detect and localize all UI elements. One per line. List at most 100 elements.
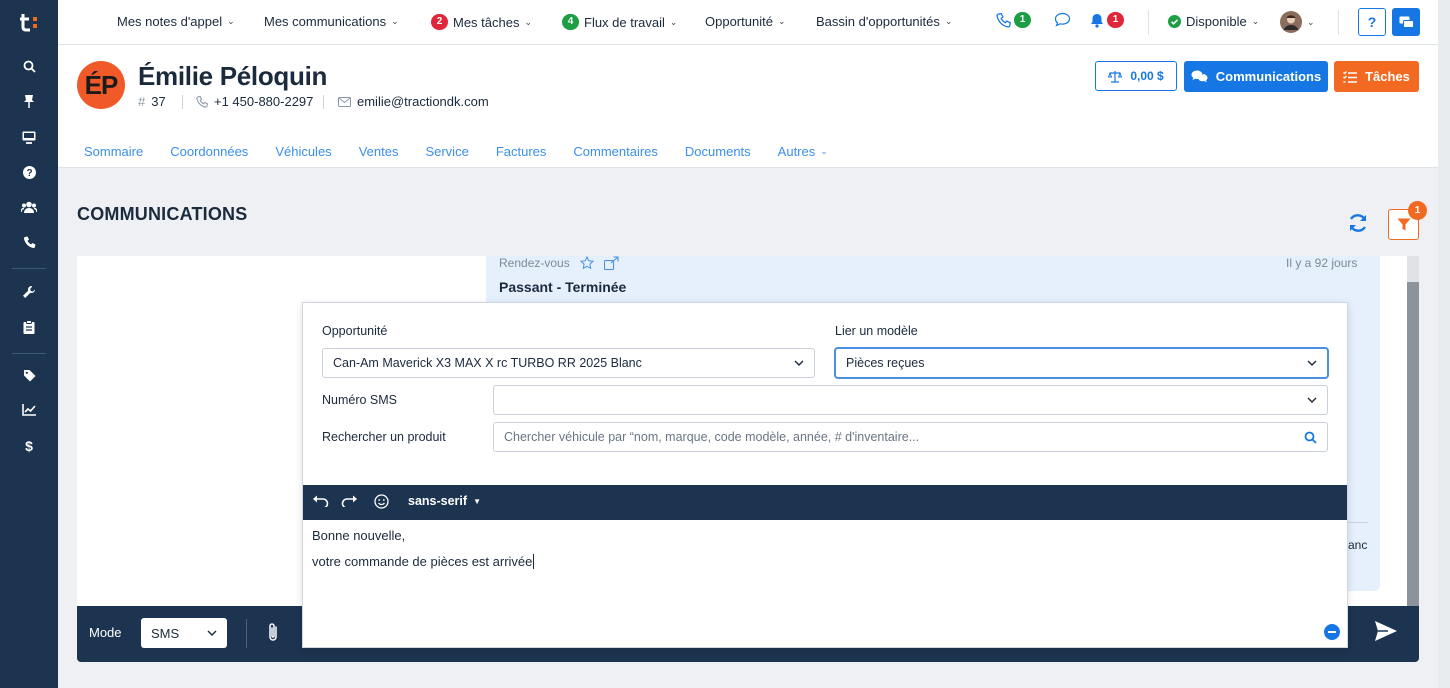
tab-commentaires[interactable]: Commentaires xyxy=(573,144,658,159)
chevron-down-icon: ⌄ xyxy=(524,16,533,27)
editor-line-1[interactable]: Bonne nouvelle, xyxy=(312,528,405,543)
bell-icon xyxy=(1090,13,1104,28)
search-icon[interactable] xyxy=(19,56,39,76)
external-link-icon[interactable] xyxy=(603,256,619,270)
text-caret xyxy=(533,554,535,569)
nav-call-notes[interactable]: Mes notes d'appel ⌄ xyxy=(117,14,235,29)
phone-icon xyxy=(196,95,208,108)
communications-label: Communications xyxy=(1215,69,1322,84)
chat-bubbles-icon xyxy=(1191,70,1208,83)
messages-button[interactable] xyxy=(1392,8,1420,36)
tab-autres[interactable]: Autres ⌄ xyxy=(778,144,828,159)
tasks-count-badge: 2 xyxy=(431,14,448,30)
product-search-input[interactable]: Chercher véhicule par “nom, marque, code… xyxy=(493,422,1328,452)
redo-icon[interactable] xyxy=(341,494,358,507)
tasks-icon xyxy=(1343,70,1358,83)
desktop-icon[interactable] xyxy=(19,127,39,147)
product-search-placeholder: Chercher véhicule par “nom, marque, code… xyxy=(504,430,920,444)
wrench-icon[interactable] xyxy=(19,282,39,302)
message-text-fragment: anc xyxy=(1348,538,1368,552)
nav-workflow-label: Flux de travail xyxy=(584,14,665,30)
balance-button[interactable]: 0,00 $ xyxy=(1095,61,1177,91)
star-icon[interactable] xyxy=(579,256,594,270)
notifications-count-badge: 1 xyxy=(1107,12,1124,28)
clipboard-icon[interactable] xyxy=(19,317,39,337)
chevron-down-icon: ⌄ xyxy=(669,16,678,27)
tasks-button[interactable]: Tâches xyxy=(1334,61,1419,92)
filter-icon xyxy=(1397,218,1411,231)
users-icon[interactable] xyxy=(19,197,39,217)
logo-icon[interactable] xyxy=(18,11,40,33)
phone-calls-button[interactable]: 1 xyxy=(996,12,1031,28)
sms-number-label: Numéro SMS xyxy=(322,393,398,407)
client-header: ÉP Émilie Péloquin #37 +1 450-880-2297 e… xyxy=(58,45,1438,168)
undo-icon[interactable] xyxy=(312,494,329,507)
question-icon[interactable]: ? xyxy=(19,162,39,182)
status-label: Disponible xyxy=(1186,14,1247,29)
message-type-label: Rendez-vous xyxy=(499,256,570,270)
sms-number-select[interactable] xyxy=(493,385,1328,415)
tab-sommaire[interactable]: Sommaire xyxy=(84,144,143,159)
nav-opportunity-pool[interactable]: Bassin d'opportunités ⌄ xyxy=(816,14,952,29)
chevron-down-icon xyxy=(794,360,804,366)
opportunity-select[interactable]: Can-Am Maverick X3 MAX X rc TURBO RR 202… xyxy=(322,348,815,378)
dollar-icon[interactable]: $ xyxy=(19,436,39,456)
mode-value: SMS xyxy=(151,625,180,641)
tab-documents[interactable]: Documents xyxy=(685,144,751,159)
tab-service[interactable]: Service xyxy=(425,144,468,159)
pin-icon[interactable] xyxy=(19,91,39,111)
tag-icon[interactable] xyxy=(19,365,39,385)
search-icon[interactable] xyxy=(1304,431,1317,444)
panel-scrollbar-thumb[interactable] xyxy=(1407,282,1419,606)
user-menu[interactable]: ⌄ xyxy=(1280,11,1315,33)
nav-tasks-label: Mes tâches xyxy=(453,14,520,30)
client-phone[interactable]: +1 450-880-2297 xyxy=(196,94,313,109)
tab-vehicules[interactable]: Véhicules xyxy=(275,144,331,159)
user-avatar xyxy=(1280,11,1302,33)
hash-icon: # xyxy=(138,94,146,109)
chart-icon[interactable] xyxy=(19,400,39,420)
send-icon[interactable] xyxy=(1374,620,1398,642)
opportunity-label: Opportunité xyxy=(322,324,388,338)
chat-button[interactable] xyxy=(1054,12,1071,27)
chevron-down-icon xyxy=(1307,397,1317,403)
notifications-button[interactable]: 1 xyxy=(1090,12,1124,28)
editor-line-2[interactable]: votre commande de pièces est arrivée xyxy=(312,554,535,569)
product-search-label: Rechercher un produit xyxy=(322,430,446,444)
tab-coordonnees[interactable]: Coordonnées xyxy=(170,144,248,159)
tab-ventes[interactable]: Ventes xyxy=(359,144,399,159)
svg-text:?: ? xyxy=(26,168,32,179)
check-circle-icon xyxy=(1168,15,1181,28)
nav-tasks[interactable]: 2 Mes tâches ⌄ xyxy=(431,14,532,30)
nav-workflow[interactable]: 4 Flux de travail ⌄ xyxy=(562,14,677,30)
nav-communications[interactable]: Mes communications ⌄ xyxy=(264,14,399,29)
minus-icon[interactable] xyxy=(1324,624,1340,640)
template-select[interactable]: Pièces reçues xyxy=(835,348,1328,378)
phone-icon[interactable] xyxy=(19,232,39,252)
font-family-picker[interactable]: sans-serif ▼ xyxy=(408,494,481,508)
emoji-icon[interactable] xyxy=(374,494,389,509)
window-scrollbar[interactable] xyxy=(1438,0,1450,688)
chevron-down-icon xyxy=(207,630,217,636)
help-button[interactable]: ? xyxy=(1358,8,1386,36)
template-value: Pièces reçues xyxy=(846,356,925,370)
client-name: Émilie Péloquin xyxy=(138,61,328,91)
template-label: Lier un modèle xyxy=(835,324,918,338)
nav-opportunity[interactable]: Opportunité ⌄ xyxy=(705,14,785,29)
nav-call-notes-label: Mes notes d'appel xyxy=(117,14,223,29)
mode-select[interactable]: SMS xyxy=(141,618,227,648)
help-label: ? xyxy=(1367,14,1377,30)
nav-communications-label: Mes communications xyxy=(264,14,387,29)
editor-line-2-text: votre commande de pièces est arrivée xyxy=(312,554,533,569)
scale-icon xyxy=(1108,70,1123,83)
chevron-down-icon: ⌄ xyxy=(1251,16,1260,26)
status-dropdown[interactable]: Disponible ⌄ xyxy=(1168,14,1259,29)
tab-factures[interactable]: Factures xyxy=(496,144,547,159)
client-email[interactable]: emilie@tractiondk.com xyxy=(338,94,489,109)
paperclip-icon[interactable] xyxy=(265,622,281,644)
chevron-down-icon: ⌄ xyxy=(820,146,828,156)
refresh-icon[interactable] xyxy=(1347,213,1369,233)
top-navbar: Mes notes d'appel ⌄ Mes communications ⌄ 2… xyxy=(58,0,1438,45)
section-title: COMMUNICATIONS xyxy=(77,204,248,224)
communications-button[interactable]: Communications xyxy=(1184,61,1328,92)
